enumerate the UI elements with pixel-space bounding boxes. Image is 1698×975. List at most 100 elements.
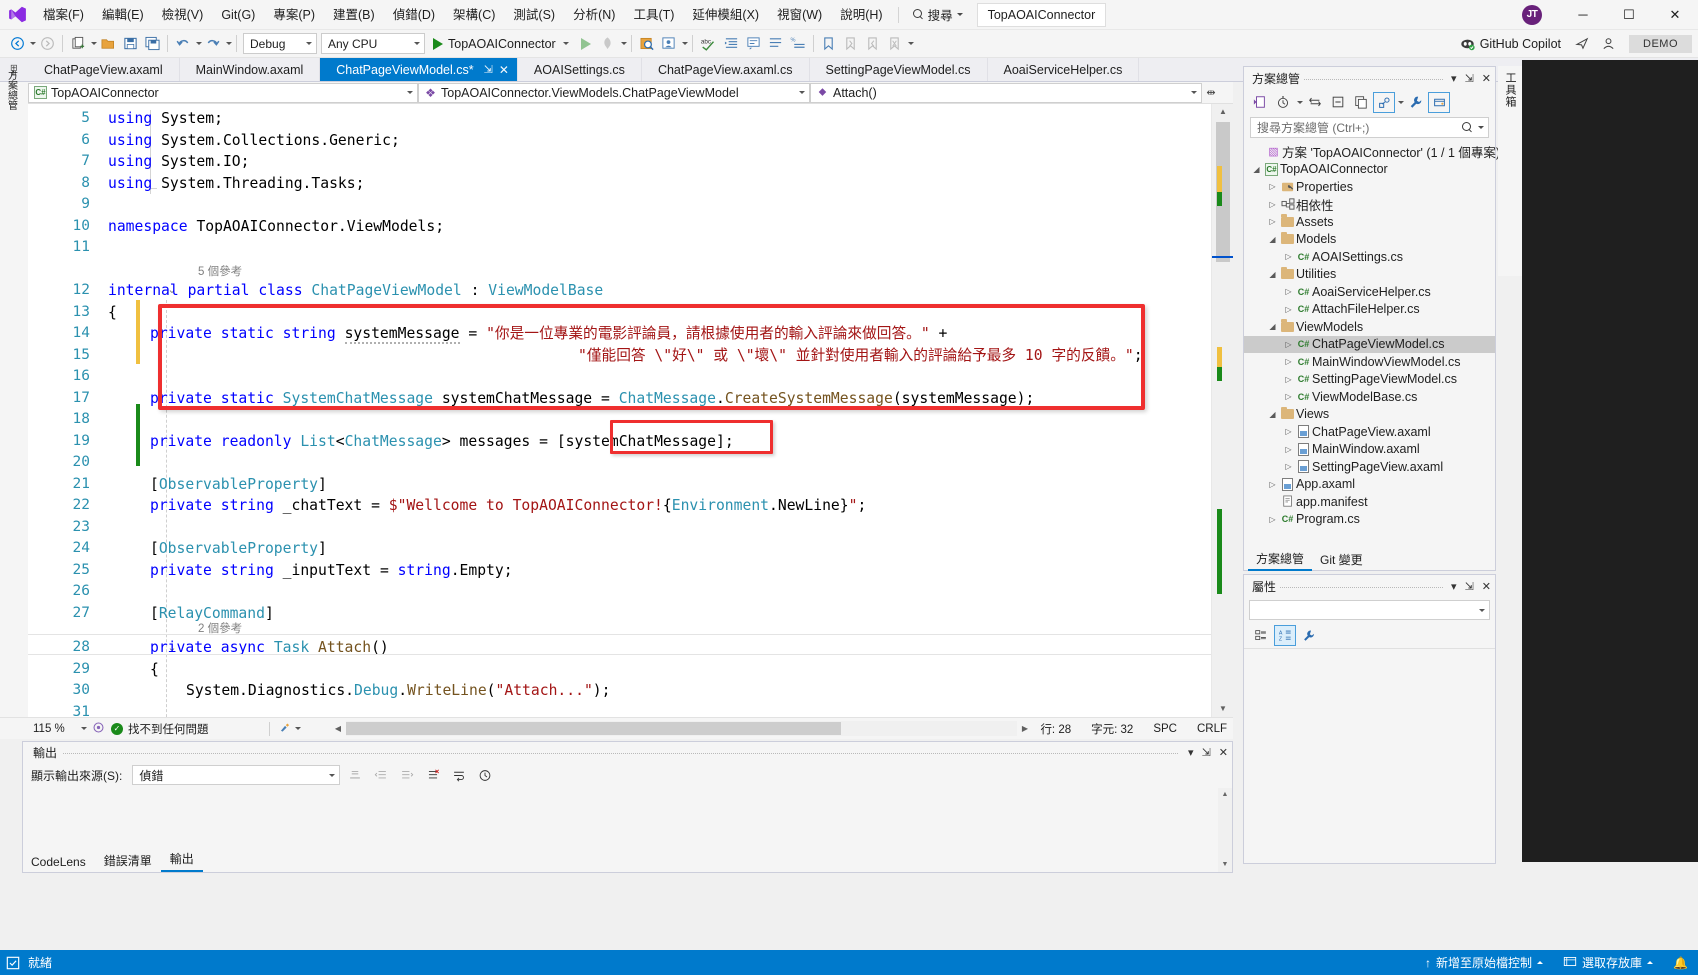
editor-breakpoint-gutter[interactable] xyxy=(0,104,28,717)
tab-chatpageview-axaml-cs[interactable]: ChatPageView.axaml.cs xyxy=(641,58,810,81)
collapse-all-icon[interactable] xyxy=(1327,92,1349,113)
indent-icon[interactable] xyxy=(721,33,743,55)
tree-arrow[interactable]: ▷ xyxy=(1282,357,1295,366)
save-all-icon[interactable] xyxy=(141,33,163,55)
clear-all-icon[interactable] xyxy=(422,765,444,785)
tree-arrow[interactable]: ▷ xyxy=(1266,217,1279,226)
goto-next-icon[interactable] xyxy=(396,765,418,785)
panel-menu-icon[interactable]: ▾ xyxy=(1447,580,1461,593)
goto-previous-icon[interactable] xyxy=(370,765,392,785)
tree-node-attachfilehelper-cs[interactable]: ▷ C# AttachFileHelper.cs xyxy=(1244,301,1495,319)
tree-arrow-expanded[interactable]: ◢ xyxy=(1266,322,1279,331)
tree-node-aoaiservicehelper-cs[interactable]: ▷ C# AoaiServiceHelper.cs xyxy=(1244,283,1495,301)
open-file-icon[interactable] xyxy=(97,33,119,55)
solution-tree[interactable]: ▧ 方案 'TopAOAIConnector' (1 / 1 個專案) ◢ C#… xyxy=(1244,141,1500,528)
solution-explorer-search-input[interactable]: 搜尋方案總管 (Ctrl+;) xyxy=(1250,117,1489,138)
menu-extensions[interactable]: 延伸模組(X) xyxy=(683,4,768,26)
tree-node-mainwindow-axaml[interactable]: ▷ MainWindow.axaml xyxy=(1244,441,1495,459)
sync-icon[interactable] xyxy=(1304,92,1326,113)
tree-arrow[interactable]: ▷ xyxy=(1266,480,1279,489)
tab-git-changes[interactable]: Git 變更 xyxy=(1312,550,1371,570)
tree-arrow[interactable]: ▷ xyxy=(1282,305,1295,314)
comment-icon[interactable] xyxy=(743,33,765,55)
comment-lines-icon[interactable] xyxy=(765,33,787,55)
avatar[interactable]: JT xyxy=(1522,4,1542,25)
tree-node-app-axaml[interactable]: ▷ App.axaml xyxy=(1244,476,1495,494)
property-pages-icon[interactable] xyxy=(1298,625,1320,646)
tree-node-assets[interactable]: ▷ Assets xyxy=(1244,213,1495,231)
clear-bookmarks-icon[interactable] xyxy=(884,33,906,55)
navbar-member-combo[interactable]: ⬥ Attach() xyxy=(810,82,1202,103)
tab-output[interactable]: 輸出 xyxy=(160,848,203,872)
new-project-icon[interactable] xyxy=(67,33,89,55)
menu-view[interactable]: 檢視(V) xyxy=(153,4,213,26)
properties-object-combo[interactable] xyxy=(1249,600,1490,620)
tree-arrow-expanded[interactable]: ◢ xyxy=(1266,235,1279,244)
menu-test[interactable]: 測試(S) xyxy=(504,4,564,26)
scroll-left-icon[interactable]: ◀ xyxy=(330,724,346,733)
save-icon[interactable] xyxy=(119,33,141,55)
chevron-down-icon[interactable] xyxy=(1297,100,1303,104)
tab-chatpageview-axaml[interactable]: ChatPageView.axaml xyxy=(28,58,180,81)
uncomment-lines-icon[interactable]: % xyxy=(787,33,809,55)
tab-aoaiservicehelper-cs[interactable]: AoaiServiceHelper.cs xyxy=(987,58,1140,81)
clear-output-icon[interactable] xyxy=(344,765,366,785)
tab-solution-explorer[interactable]: 方案總管 xyxy=(1248,549,1313,571)
redo-dropdown-icon[interactable] xyxy=(226,42,232,45)
start-without-debugging-icon[interactable] xyxy=(575,33,597,55)
tab-codelens[interactable]: CodeLens xyxy=(22,853,95,872)
tree-arrow-expanded[interactable]: ◢ xyxy=(1250,165,1263,174)
hot-reload-icon[interactable] xyxy=(597,33,619,55)
properties-view-icon[interactable] xyxy=(1373,91,1395,113)
panel-menu-icon[interactable]: ▾ xyxy=(1447,72,1461,85)
timestamp-icon[interactable] xyxy=(474,765,496,785)
output-source-combo[interactable]: 偵錯 xyxy=(132,765,341,785)
word-wrap-icon[interactable] xyxy=(448,765,470,785)
scroll-down-icon[interactable]: ▼ xyxy=(1212,701,1233,717)
menu-analyze[interactable]: 分析(N) xyxy=(564,4,624,26)
close-icon[interactable]: ✕ xyxy=(1478,72,1495,85)
tree-arrow[interactable]: ▷ xyxy=(1282,427,1295,436)
panel-menu-icon[interactable]: ▾ xyxy=(1184,746,1198,759)
editor-horizontal-scrollbar[interactable]: ◀ ▶ xyxy=(330,720,1033,737)
close-icon[interactable]: ✕ xyxy=(499,63,509,77)
pin-icon[interactable]: ⇲ xyxy=(1461,72,1478,85)
live-share-icon[interactable] xyxy=(658,33,680,55)
navigate-back-icon[interactable] xyxy=(6,33,28,55)
tree-node-settingpageview-axaml[interactable]: ▷ SettingPageView.axaml xyxy=(1244,458,1495,476)
tree-arrow[interactable]: ▷ xyxy=(1282,252,1295,261)
menu-file[interactable]: 檔案(F) xyxy=(34,4,93,26)
tree-arrow[interactable]: ▷ xyxy=(1282,340,1295,349)
tree-arrow[interactable]: ▷ xyxy=(1266,200,1279,209)
minimize-button[interactable]: ─ xyxy=(1560,0,1606,30)
bookmarks-dropdown-icon[interactable] xyxy=(907,42,914,45)
menu-tools[interactable]: 工具(T) xyxy=(624,4,683,26)
tree-node-properties[interactable]: ▷ Properties xyxy=(1244,178,1495,196)
editor-vertical-scrollbar[interactable]: ▲ ▼ xyxy=(1211,104,1233,717)
zoom-level-combo[interactable]: 115 % xyxy=(28,719,90,739)
navigate-forward-icon[interactable] xyxy=(36,33,58,55)
navbar-project-combo[interactable]: C# TopAOAIConnector xyxy=(28,82,418,103)
spell-check-icon[interactable]: abc xyxy=(697,33,721,55)
menu-edit[interactable]: 編輯(E) xyxy=(93,4,153,26)
undo-icon[interactable] xyxy=(172,33,194,55)
tree-node-project[interactable]: ◢ C# TopAOAIConnector xyxy=(1244,161,1495,179)
find-icon[interactable] xyxy=(636,33,658,55)
menu-project[interactable]: 專案(P) xyxy=(264,4,324,26)
pin-icon[interactable]: ⇲ xyxy=(1198,746,1215,759)
notifications-button[interactable]: 🔔 xyxy=(1663,950,1698,975)
eol-indicator[interactable]: CRLF xyxy=(1197,723,1227,735)
navbar-type-combo[interactable]: ❖ TopAOAIConnector.ViewModels.ChatPageVi… xyxy=(418,82,810,103)
live-share-dropdown-icon[interactable] xyxy=(681,42,688,45)
tab-settingpageviewmodel-cs[interactable]: SettingPageViewModel.cs xyxy=(809,58,988,81)
chevron-down-icon[interactable] xyxy=(294,727,301,730)
tree-node-solution[interactable]: ▧ 方案 'TopAOAIConnector' (1 / 1 個專案) xyxy=(1244,143,1500,161)
left-dock-label[interactable]: 方案總管 xyxy=(4,70,19,110)
menu-window[interactable]: 視窗(W) xyxy=(768,4,831,26)
scroll-up-icon[interactable]: ▲ xyxy=(1218,788,1232,802)
spaces-indicator[interactable]: SPC xyxy=(1153,723,1177,735)
close-icon[interactable]: ✕ xyxy=(1478,580,1495,593)
tab-chatpageviewmodel-cs[interactable]: ChatPageViewModel.cs* ⇲ ✕ xyxy=(320,58,518,81)
split-editor-icon[interactable]: ⇹ xyxy=(1202,86,1220,99)
send-feedback-icon[interactable] xyxy=(1571,33,1593,55)
